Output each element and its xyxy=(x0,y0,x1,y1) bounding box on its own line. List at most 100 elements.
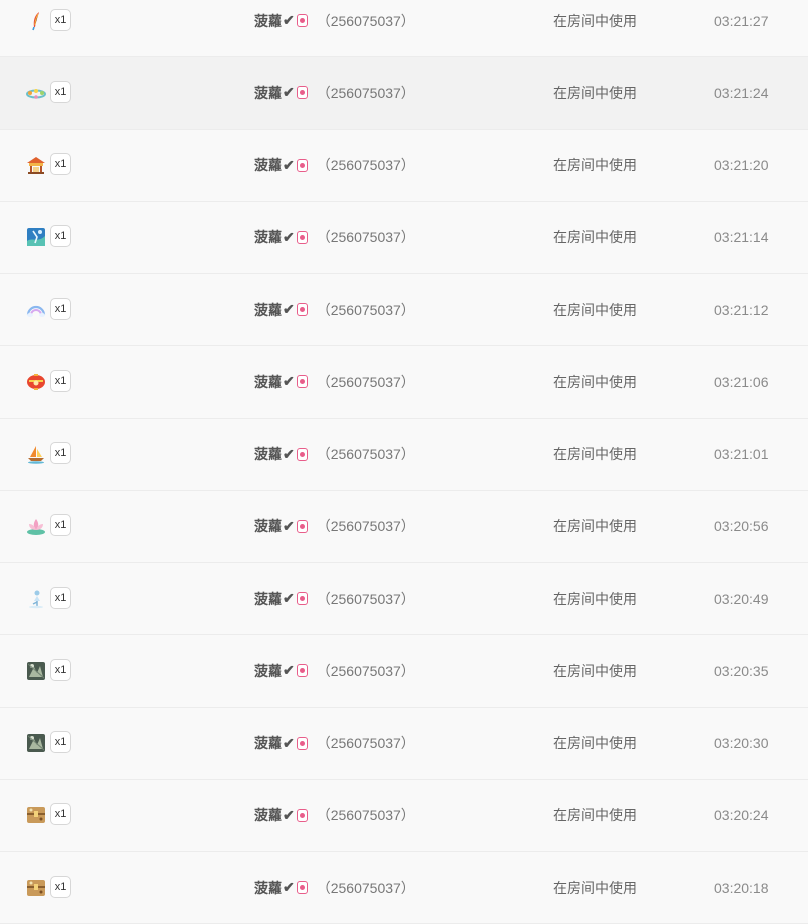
verified-check-icon: ✔ xyxy=(283,517,295,534)
username[interactable]: 菠蘿 xyxy=(254,227,282,247)
username[interactable]: 菠蘿 xyxy=(254,516,282,536)
pink-level-badge-icon xyxy=(296,86,308,100)
username[interactable]: 菠蘿 xyxy=(254,589,282,609)
user-info[interactable]: 菠蘿 ✔ （256075037） xyxy=(254,301,415,319)
usage-status: 在房间中使用 xyxy=(553,229,637,246)
user-info[interactable]: 菠蘿 ✔ （256075037） xyxy=(254,373,415,391)
pink-level-badge-icon xyxy=(296,519,308,533)
username[interactable]: 菠蘿 xyxy=(254,661,282,681)
record-row[interactable]: x1 菠蘿 ✔ （256075037） 在房间中使用 03:20:18 xyxy=(0,852,808,924)
user-id: （256075037） xyxy=(316,518,415,535)
quantity-badge: x1 xyxy=(50,658,71,681)
pink-level-badge-icon xyxy=(296,664,308,678)
verified-check-icon: ✔ xyxy=(283,662,295,679)
record-row[interactable]: x1 菠蘿 ✔ （256075037） 在房间中使用 03:21:14 xyxy=(0,201,808,274)
user-id: （256075037） xyxy=(316,590,415,607)
record-row[interactable]: x1 菠蘿 ✔ （256075037） 在房间中使用 03:21:06 xyxy=(0,346,808,419)
pink-level-badge-icon xyxy=(296,592,308,606)
pink-level-badge-icon xyxy=(296,14,308,28)
verified-check-icon: ✔ xyxy=(283,156,295,173)
pink-level-badge-icon xyxy=(296,736,308,750)
record-row[interactable]: x1 菠蘿 ✔ （256075037） 在房间中使用 03:20:56 xyxy=(0,490,808,563)
record-row[interactable]: x1 菠蘿 ✔ （256075037） 在房间中使用 03:20:30 xyxy=(0,707,808,780)
user-info[interactable]: 菠蘿 ✔ （256075037） xyxy=(254,734,415,752)
card-gift-icon xyxy=(26,227,46,247)
verified-check-icon: ✔ xyxy=(283,734,295,751)
feather-gift-icon xyxy=(26,11,46,31)
username[interactable]: 菠蘿 xyxy=(254,444,282,464)
username[interactable]: 菠蘿 xyxy=(254,878,282,898)
user-info[interactable]: 菠蘿 ✔ （256075037） xyxy=(254,228,415,246)
record-row[interactable]: x1 菠蘿 ✔ （256075037） 在房间中使用 03:20:24 xyxy=(0,779,808,852)
username[interactable]: 菠蘿 xyxy=(254,300,282,320)
treasure-chest-gift-icon xyxy=(26,878,46,898)
user-id: （256075037） xyxy=(316,12,415,29)
verified-check-icon: ✔ xyxy=(283,590,295,607)
username[interactable]: 菠蘿 xyxy=(254,372,282,392)
quantity-badge: x1 xyxy=(50,297,71,320)
user-id: （256075037） xyxy=(316,157,415,174)
pink-level-badge-icon xyxy=(296,808,308,822)
record-row[interactable]: x1 菠蘿 ✔ （256075037） 在房间中使用 03:20:49 xyxy=(0,563,808,636)
pink-level-badge-icon xyxy=(296,158,308,172)
username[interactable]: 菠蘿 xyxy=(254,733,282,753)
user-id: （256075037） xyxy=(316,662,415,679)
quantity-badge: x1 xyxy=(50,586,71,609)
user-id: （256075037） xyxy=(316,229,415,246)
user-info[interactable]: 菠蘿 ✔ （256075037） xyxy=(254,662,415,680)
quantity-badge: x1 xyxy=(50,8,71,31)
timestamp: 03:21:20 xyxy=(714,157,769,174)
record-row[interactable]: x1 菠蘿 ✔ （256075037） 在房间中使用 03:20:35 xyxy=(0,635,808,708)
lotus-gift-icon xyxy=(26,516,46,536)
record-row[interactable]: x1 菠蘿 ✔ （256075037） 在房间中使用 03:21:01 xyxy=(0,418,808,491)
usage-status: 在房间中使用 xyxy=(553,12,637,29)
quantity-badge: x1 xyxy=(50,731,71,754)
gift-record-list: x1 菠蘿 ✔ （256075037） 在房间中使用 03:21:27 x1 菠… xyxy=(0,0,808,924)
flower-garland-gift-icon xyxy=(26,83,46,103)
record-row[interactable]: x1 菠蘿 ✔ （256075037） 在房间中使用 03:21:27 xyxy=(0,0,808,58)
username[interactable]: 菠蘿 xyxy=(254,805,282,825)
user-info[interactable]: 菠蘿 ✔ （256075037） xyxy=(254,445,415,463)
verified-check-icon: ✔ xyxy=(283,373,295,390)
user-info[interactable]: 菠蘿 ✔ （256075037） xyxy=(254,590,415,608)
quantity-badge: x1 xyxy=(50,442,71,465)
pavilion-gift-icon xyxy=(26,155,46,175)
record-row[interactable]: x1 菠蘿 ✔ （256075037） 在房间中使用 03:21:12 xyxy=(0,274,808,347)
verified-check-icon: ✔ xyxy=(283,806,295,823)
record-row[interactable]: x1 菠蘿 ✔ （256075037） 在房间中使用 03:21:20 xyxy=(0,129,808,202)
usage-status: 在房间中使用 xyxy=(553,84,637,101)
user-info[interactable]: 菠蘿 ✔ （256075037） xyxy=(254,84,415,102)
timestamp: 03:20:24 xyxy=(714,807,769,824)
verified-check-icon: ✔ xyxy=(283,12,295,29)
usage-status: 在房间中使用 xyxy=(553,735,637,752)
dark-card-gift-icon xyxy=(26,733,46,753)
pink-level-badge-icon xyxy=(296,447,308,461)
timestamp: 03:21:12 xyxy=(714,301,769,318)
username[interactable]: 菠蘿 xyxy=(254,11,282,31)
usage-status: 在房间中使用 xyxy=(553,879,637,896)
user-id: （256075037） xyxy=(316,373,415,390)
timestamp: 03:21:06 xyxy=(714,373,769,390)
timestamp: 03:21:14 xyxy=(714,229,769,246)
usage-status: 在房间中使用 xyxy=(553,518,637,535)
verified-check-icon: ✔ xyxy=(283,879,295,896)
user-info[interactable]: 菠蘿 ✔ （256075037） xyxy=(254,156,415,174)
user-info[interactable]: 菠蘿 ✔ （256075037） xyxy=(254,879,415,897)
user-info[interactable]: 菠蘿 ✔ （256075037） xyxy=(254,806,415,824)
timestamp: 03:20:30 xyxy=(714,735,769,752)
quantity-badge: x1 xyxy=(50,369,71,392)
verified-check-icon: ✔ xyxy=(283,445,295,462)
verified-check-icon: ✔ xyxy=(283,84,295,101)
usage-status: 在房间中使用 xyxy=(553,590,637,607)
user-id: （256075037） xyxy=(316,735,415,752)
quantity-badge: x1 xyxy=(50,225,71,248)
user-info[interactable]: 菠蘿 ✔ （256075037） xyxy=(254,517,415,535)
pink-level-badge-icon xyxy=(296,230,308,244)
quantity-badge: x1 xyxy=(50,803,71,826)
record-row[interactable]: x1 菠蘿 ✔ （256075037） 在房间中使用 03:21:24 xyxy=(0,57,808,130)
user-id: （256075037） xyxy=(316,879,415,896)
user-info[interactable]: 菠蘿 ✔ （256075037） xyxy=(254,12,415,30)
usage-status: 在房间中使用 xyxy=(553,301,637,318)
username[interactable]: 菠蘿 xyxy=(254,83,282,103)
username[interactable]: 菠蘿 xyxy=(254,155,282,175)
